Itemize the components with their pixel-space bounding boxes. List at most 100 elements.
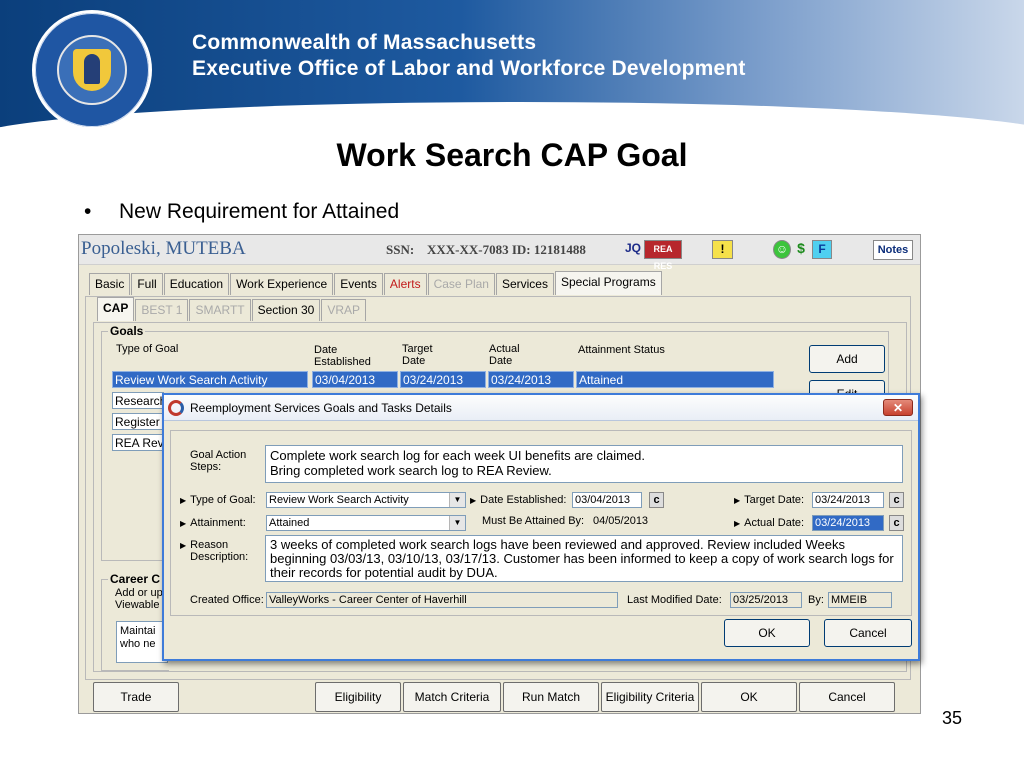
col-date-established: Date Established	[314, 344, 371, 368]
smiley-icon[interactable]: ☺	[773, 240, 791, 259]
goal-details-dialog: Reemployment Services Goals and Tasks De…	[162, 393, 920, 661]
dollar-icon[interactable]: $	[793, 240, 809, 259]
tab-basic[interactable]: Basic	[89, 273, 131, 295]
run-match-button[interactable]: Run Match	[503, 682, 599, 712]
attainment-label: ▶ Attainment:	[180, 517, 246, 530]
tab-case-plan[interactable]: Case Plan	[427, 273, 495, 295]
created-office-field: ValleyWorks - Career Center of Haverhill	[266, 592, 618, 608]
add-goal-button[interactable]: Add	[809, 345, 885, 373]
tab-smartt[interactable]: SMARTT	[189, 299, 251, 321]
career-text-line1: Add or up	[115, 587, 163, 599]
attainment-select[interactable]: Attained ▼	[266, 515, 466, 531]
maintain-line1: Maintai	[120, 625, 156, 637]
dialog-title: Reemployment Services Goals and Tasks De…	[190, 401, 452, 415]
created-office-label: Created Office:	[190, 594, 264, 606]
match-criteria-button[interactable]: Match Criteria	[403, 682, 501, 712]
goal-action-steps-text[interactable]: Complete work search log for each week U…	[265, 445, 903, 483]
ssn-label: SSN:	[386, 242, 415, 257]
bottom-button-bar: Trade Eligibility Match Criteria Run Mat…	[79, 680, 920, 714]
chevron-down-icon[interactable]: ▼	[449, 516, 465, 530]
rea-res-icon[interactable]: REA RES	[644, 240, 682, 271]
ssn-value: XXX-XX-7083 ID: 12181488	[427, 242, 586, 257]
tab-work-experience[interactable]: Work Experience	[230, 273, 334, 295]
reason-description-label: ▶ Reason Description:	[180, 539, 248, 563]
dialog-titlebar[interactable]: Reemployment Services Goals and Tasks De…	[164, 395, 918, 421]
tab-best1[interactable]: BEST 1	[135, 299, 189, 321]
close-icon[interactable]: ✕	[883, 399, 913, 416]
type-of-goal-select[interactable]: Review Work Search Activity ▼	[266, 492, 466, 508]
actual-date-field[interactable]: 03/24/2013	[812, 515, 884, 531]
dialog-cancel-button[interactable]: Cancel	[824, 619, 912, 647]
date-established-field[interactable]: 03/04/2013	[572, 492, 642, 508]
org-name-line1: Commonwealth of Massachusetts	[192, 31, 537, 54]
goals-label: Goals	[108, 324, 146, 338]
tab-vrap[interactable]: VRAP	[321, 299, 367, 321]
col-type-of-goal: Type of Goal	[116, 343, 179, 355]
slide-title: Work Search CAP Goal	[336, 137, 688, 173]
f-icon[interactable]: F	[812, 240, 832, 259]
career-center-textarea[interactable]: Maintai who ne	[116, 621, 168, 663]
type-of-goal-label-text: Type of Goal:	[190, 494, 256, 506]
eligibility-criteria-button[interactable]: Eligibility Criteria	[601, 682, 699, 712]
warning-icon[interactable]: !	[712, 240, 733, 259]
date-established-label-text: Date Established:	[480, 494, 567, 506]
goal-type: Research	[112, 392, 164, 409]
sub-tabs: CAP BEST 1 SMARTT Section 30 VRAP	[97, 297, 367, 321]
career-text-line2: Viewable	[115, 599, 160, 611]
reemployment-logo-icon	[168, 400, 184, 416]
calendar-icon[interactable]: c	[889, 515, 904, 531]
tab-section-30[interactable]: Section 30	[251, 299, 321, 321]
modified-by-label: By:	[808, 594, 824, 606]
eligibility-button[interactable]: Eligibility	[315, 682, 401, 712]
modified-by-field: MMEIB	[828, 592, 892, 608]
attainment-value: Attained	[269, 517, 310, 529]
ok-button[interactable]: OK	[701, 682, 797, 712]
reason-description-text[interactable]: 3 weeks of completed work search logs ha…	[265, 535, 903, 582]
goal-actual: 03/24/2013	[488, 371, 574, 388]
col-target-date: Target Date	[402, 343, 433, 367]
tab-events[interactable]: Events	[334, 273, 383, 295]
dialog-ok-button[interactable]: OK	[724, 619, 810, 647]
target-date-field[interactable]: 03/24/2013	[812, 492, 884, 508]
bullet-marker: •	[84, 200, 92, 223]
goal-target: 03/24/2013	[400, 371, 486, 388]
arrow-right-icon: ▶	[180, 541, 187, 550]
arrow-right-icon: ▶	[734, 496, 741, 505]
arrow-right-icon: ▶	[734, 519, 741, 528]
actual-date-label-text: Actual Date:	[744, 517, 805, 529]
page-number: 35	[941, 708, 962, 728]
seal-inner	[57, 35, 127, 105]
tab-special-programs[interactable]: Special Programs	[554, 271, 662, 295]
calendar-icon[interactable]: c	[649, 492, 664, 508]
goal-type: Review Work Search Activity	[112, 371, 308, 388]
chevron-down-icon[interactable]: ▼	[449, 493, 465, 507]
col-actual-date: Actual Date	[489, 343, 520, 367]
last-modified-date-label: Last Modified Date:	[627, 594, 722, 606]
tab-education[interactable]: Education	[163, 273, 230, 295]
client-header: Popoleski, MUTEBA SSN: XXX-XX-7083 ID: 1…	[79, 235, 920, 271]
tab-services[interactable]: Services	[495, 273, 554, 295]
trade-button[interactable]: Trade	[93, 682, 179, 712]
tab-alerts[interactable]: Alerts	[383, 273, 427, 295]
jq-icon[interactable]: JQ	[623, 240, 643, 259]
date-established-label: ▶ Date Established:	[470, 494, 566, 507]
slide: Commonwealth of Massachusetts Executive …	[0, 0, 1024, 768]
calendar-icon[interactable]: c	[889, 492, 904, 508]
actual-date-label: ▶ Actual Date:	[734, 517, 804, 530]
org-name-line2: Executive Office of Labor and Workforce …	[192, 57, 746, 80]
type-of-goal-label: ▶ Type of Goal:	[180, 494, 256, 507]
attainment-label-text: Attainment:	[190, 517, 246, 529]
arrow-right-icon: ▶	[180, 519, 187, 528]
goal-established: 03/04/2013	[312, 371, 398, 388]
massachusetts-seal-icon	[32, 10, 152, 130]
goal-status: Attained	[576, 371, 774, 388]
tab-full[interactable]: Full	[131, 273, 163, 295]
maintain-line2: who ne	[120, 638, 156, 650]
tab-cap[interactable]: CAP	[97, 297, 135, 321]
career-center-label: Career C	[108, 572, 163, 586]
arrow-right-icon: ▶	[180, 496, 187, 505]
notes-button[interactable]: Notes	[873, 240, 913, 260]
cancel-button[interactable]: Cancel	[799, 682, 895, 712]
type-of-goal-value: Review Work Search Activity	[269, 494, 409, 506]
must-be-attained-by-label: Must Be Attained By:	[482, 515, 585, 527]
